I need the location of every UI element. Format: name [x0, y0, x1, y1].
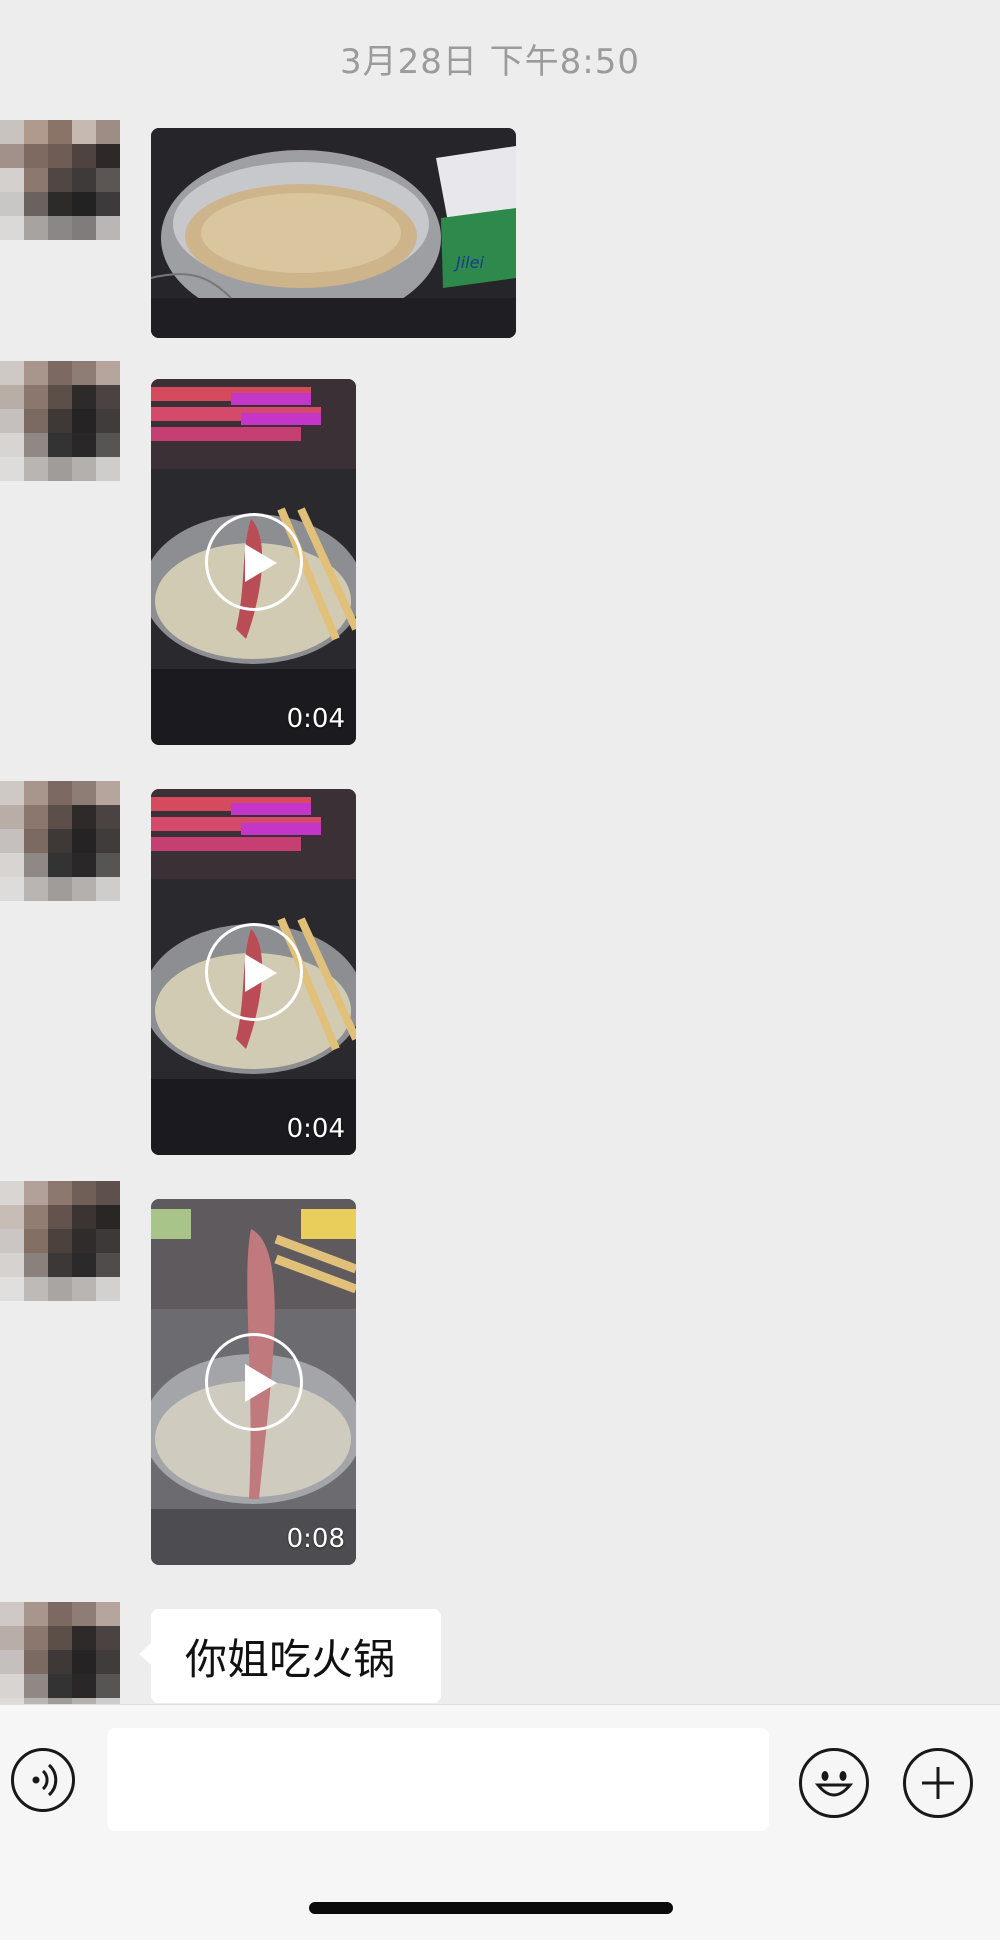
- play-icon[interactable]: [204, 923, 303, 1021]
- play-icon[interactable]: [204, 1333, 303, 1431]
- play-icon[interactable]: [204, 513, 303, 611]
- emoji-icon-glyph: [814, 1771, 854, 1797]
- chat-text: 你姐吃火锅: [185, 1634, 396, 1684]
- plus-icon-glyph: [922, 1767, 954, 1799]
- chat-timestamp: 3月28日 下午8:50: [339, 42, 641, 82]
- chat-video[interactable]: 0:08: [151, 1199, 356, 1565]
- voice-icon[interactable]: [11, 1748, 75, 1812]
- home-indicator[interactable]: [309, 1902, 673, 1914]
- avatar[interactable]: [0, 120, 120, 240]
- avatar[interactable]: [0, 781, 120, 901]
- plus-icon[interactable]: [903, 1748, 973, 1818]
- svg-text:Jilei: Jilei: [453, 253, 484, 272]
- chat-video[interactable]: 0:04: [151, 379, 356, 745]
- message-input[interactable]: [107, 1728, 769, 1831]
- avatar[interactable]: [0, 361, 120, 481]
- voice-icon-glyph: [32, 1763, 58, 1797]
- chat-text-bubble[interactable]: 你姐吃火锅: [139, 1609, 441, 1703]
- chat-image-pot[interactable]: Jilei: [151, 128, 516, 338]
- emoji-icon[interactable]: [799, 1748, 869, 1818]
- video-duration: 0:08: [286, 1524, 345, 1554]
- video-duration: 0:04: [286, 1114, 345, 1144]
- chat-video[interactable]: 0:04: [151, 789, 356, 1155]
- video-duration: 0:04: [286, 704, 345, 734]
- pot-photo: Jilei: [151, 128, 516, 338]
- avatar[interactable]: [0, 1181, 120, 1301]
